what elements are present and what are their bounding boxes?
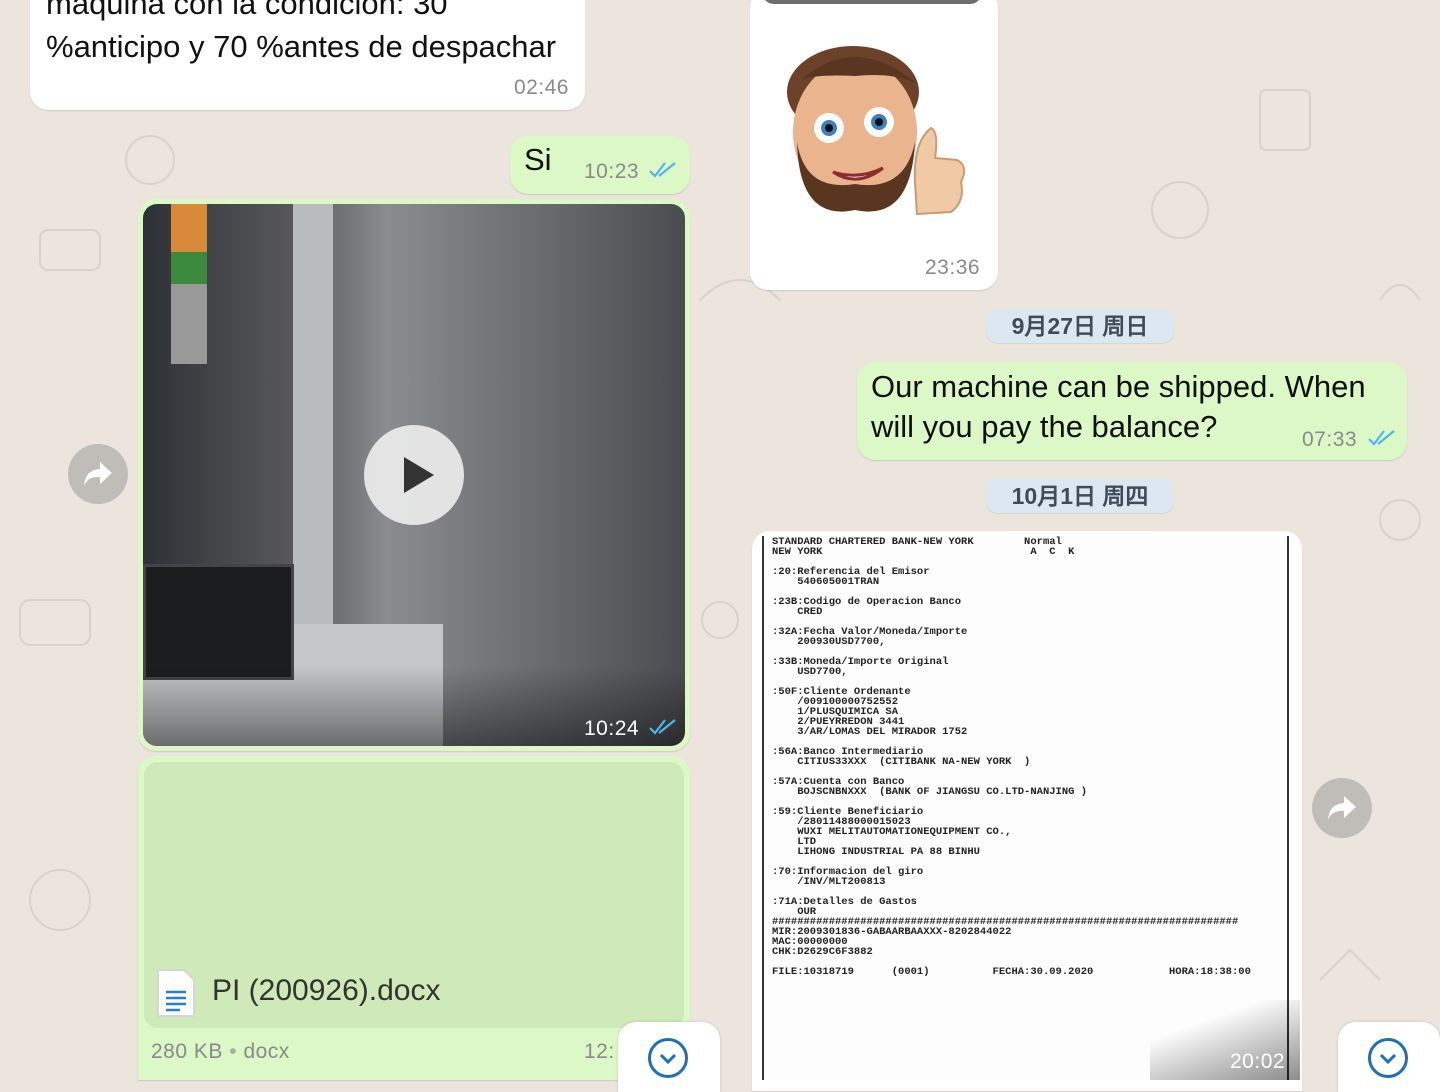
signal-tower [171,204,207,364]
file-message-bubble[interactable]: PI (200926).docx 280 KB • docx 12: [138,756,690,1080]
message-time: 23:36 [925,256,981,279]
document-text-line: CITIUS33XXX (CITIBANK NA-NEW YORK ) [772,756,1031,768]
message-time: 10:23 [584,160,640,183]
memoji-thumbs-up-sticker [787,46,966,216]
read-receipt-icon [1368,430,1395,446]
video-time: 10:24 [584,717,640,740]
incoming-message-bubble[interactable]: máquina con la condición: 30 %anticipo y… [30,0,585,110]
document-text-line: 200930USD7700, [772,636,886,648]
forward-button[interactable] [68,444,128,504]
document-text-line: 3/AR/LOMAS DEL MIRADOR 1752 [772,726,968,738]
read-receipt-icon [649,719,676,735]
document-text-line: LIHONG INDUSTRIAL PA 88 BINHU [772,846,980,858]
file-size: 280 KB [151,1040,223,1063]
play-icon [404,457,434,493]
read-receipt-icon [649,162,676,178]
document-text-line: BOJSCNBNXXX (BANK OF JIANGSU CO.LTD-NANJ… [772,786,1088,798]
message-text-line: máquina con la condición: 30 [46,0,448,21]
meta-separator: • [229,1040,238,1063]
media-top-strip [762,0,982,4]
forward-arrow-icon [1328,796,1356,820]
document-text-line: FILE:10318719 (0001) FECHA:30.09.2020 HO… [772,966,1251,978]
word-document-icon [157,969,195,1017]
outgoing-message-bubble[interactable]: Si 10:23 [510,136,690,194]
file-name: PI (200926).docx [212,974,441,1007]
message-text-line: will you pay the balance? [871,409,1218,444]
file-meta: 280 KB • docx [151,1040,290,1064]
message-time: 02:46 [513,76,569,99]
document-text-line: CHK:D2629C6F3882 [772,946,873,958]
forward-arrow-icon [84,462,112,486]
chevron-down-icon [648,1038,688,1078]
image-time: 20:02 [1230,1050,1286,1073]
play-button[interactable] [364,425,464,525]
scroll-to-bottom-button[interactable] [1338,1022,1440,1092]
sticker-message-bubble[interactable]: 23:36 [750,0,998,290]
scroll-to-bottom-button[interactable] [618,1022,720,1092]
video-message-bubble[interactable]: 10:24 [138,199,690,751]
document-text-line: CRED [772,606,823,618]
date-separator: 9月27日 周日 [986,309,1174,343]
document-text-line: /INV/MLT200813 [772,876,886,888]
message-text: Si [524,142,552,177]
outgoing-message-bubble[interactable]: Our machine can be shipped. When will yo… [857,362,1407,460]
chevron-down-icon [1368,1038,1408,1078]
document-text-line: USD7700, [772,666,848,678]
message-text-line: Our machine can be shipped. When [871,369,1366,404]
message-time: 12: [584,1040,615,1063]
message-text-line: %anticipo y 70 %antes de despachar [46,29,557,64]
document-text-line: NEW YORK A C K [772,546,1075,558]
file-type: docx [243,1040,290,1063]
bank-transfer-document-image[interactable]: STANDARD CHARTERED BANK-NEW YORK Normal N… [762,536,1289,1080]
message-time: 07:33 [1302,428,1358,451]
date-separator: 10月1日 周四 [986,479,1174,513]
document-text-line: 540605001TRAN [772,576,880,588]
forward-button[interactable] [1312,778,1372,838]
machine-screen [143,564,294,680]
